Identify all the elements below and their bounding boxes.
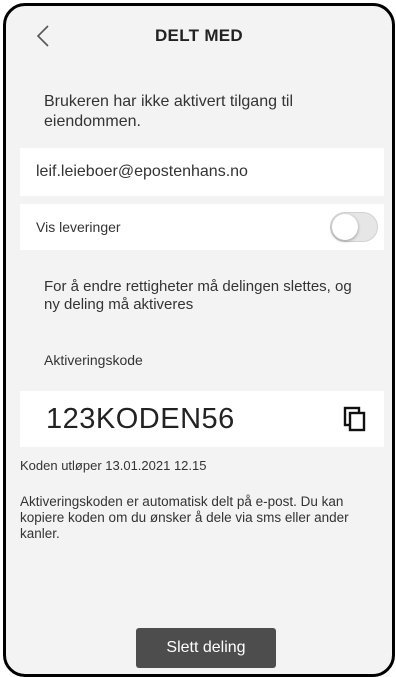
rights-info: For å endre rettigheter må delingen slet…: [44, 278, 352, 313]
deliveries-label: Vis leveringer: [36, 219, 121, 235]
delete-share-button[interactable]: Slett deling: [136, 628, 276, 668]
activation-code-card: 123KODEN56: [20, 391, 384, 447]
email-value: leif.leieboer@epostenhans.no: [36, 163, 248, 180]
phone-screen: DELT MED Brukeren har ikke aktivert tilg…: [3, 3, 395, 677]
activation-code: 123KODEN56: [46, 403, 235, 435]
copy-icon[interactable]: [342, 405, 368, 433]
deliveries-row: Vis leveringer: [20, 204, 384, 250]
code-description: Aktiveringskoden er automatisk delt på e…: [20, 494, 349, 541]
activation-code-label: Aktiveringskode: [44, 352, 143, 368]
page-title: DELT MED: [154, 26, 244, 45]
access-notice: Brukeren har ikke aktivert tilgang til e…: [44, 93, 293, 130]
email-field: leif.leieboer@epostenhans.no: [20, 148, 384, 196]
code-expiry: Koden utløper 13.01.2021 12.15: [20, 458, 207, 473]
header: DELT MED: [6, 6, 392, 66]
toggle-knob: [332, 214, 358, 240]
deliveries-toggle[interactable]: [330, 212, 378, 242]
